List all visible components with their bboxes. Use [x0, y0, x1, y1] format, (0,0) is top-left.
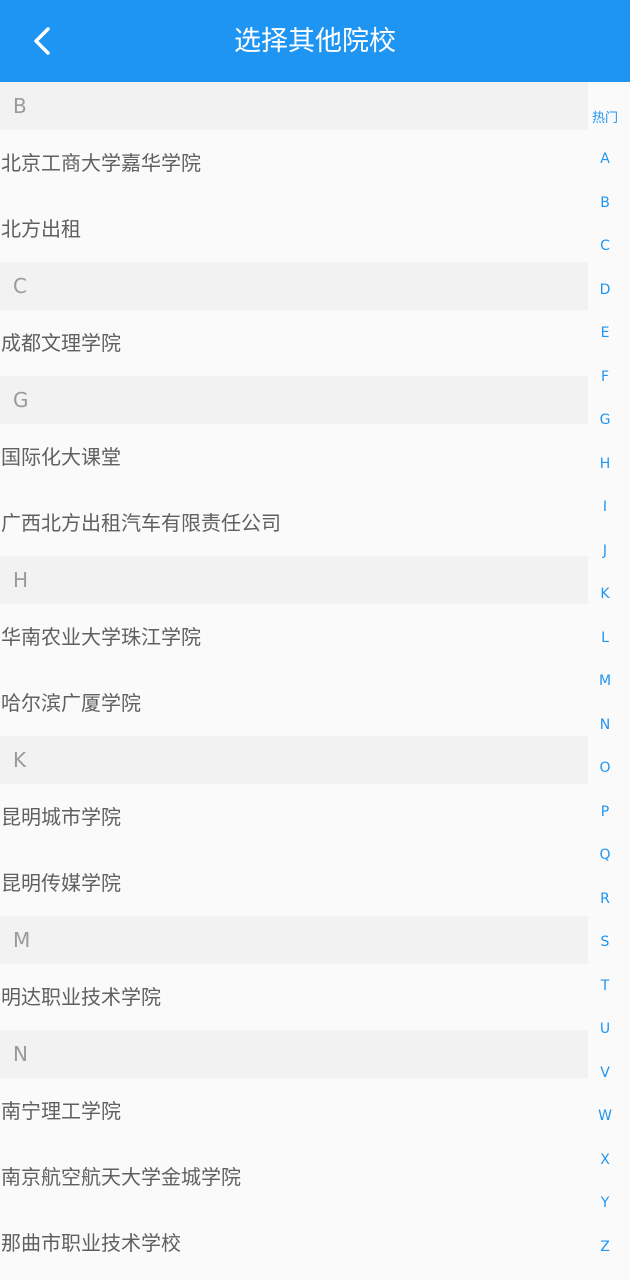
school-list-item[interactable]: 南京航空航天大学金城学院 [0, 1144, 588, 1210]
index-letter-d[interactable]: D [588, 282, 622, 298]
school-list-item[interactable]: 华南农业大学珠江学院 [0, 604, 588, 670]
school-name: 北方出租 [1, 217, 81, 241]
section-header-label: N [13, 1042, 28, 1066]
index-letter-h[interactable]: H [588, 456, 622, 472]
section-header-label: K [13, 748, 27, 772]
school-name: 国际化大课堂 [1, 445, 121, 469]
school-list-item[interactable]: 哈尔滨广厦学院 [0, 670, 588, 736]
school-name: 明达职业技术学院 [1, 985, 161, 1009]
school-name: 昆明城市学院 [1, 805, 121, 829]
index-letter-o[interactable]: O [588, 760, 622, 776]
index-letter-s[interactable]: S [588, 934, 622, 950]
school-name: 南宁理工学院 [1, 1099, 121, 1123]
top-bar: 选择其他院校 [0, 0, 630, 82]
section-header-label: G [13, 388, 29, 412]
section-header-h: H [0, 556, 588, 604]
school-list-item[interactable]: 北京工商大学嘉华学院 [0, 130, 588, 196]
index-hot[interactable]: 热门 [588, 107, 622, 126]
school-list-item[interactable]: 广西北方出租汽车有限责任公司 [0, 490, 588, 556]
index-letter-m[interactable]: M [588, 673, 622, 689]
section-header-label: H [13, 568, 29, 592]
index-letter-a[interactable]: A [588, 151, 622, 167]
section-header-label: C [13, 274, 27, 298]
index-letter-g[interactable]: G [588, 412, 622, 428]
index-letter-u[interactable]: U [588, 1021, 622, 1037]
index-letter-z[interactable]: Z [588, 1239, 622, 1255]
section-header-k: K [0, 736, 588, 784]
index-letter-t[interactable]: T [588, 978, 622, 994]
school-name: 广西北方出租汽车有限责任公司 [1, 511, 281, 535]
school-name: 那曲市职业技术学校 [1, 1231, 181, 1255]
index-letter-x[interactable]: X [588, 1152, 622, 1168]
index-letter-q[interactable]: Q [588, 847, 622, 863]
school-list-item[interactable]: 明达职业技术学院 [0, 964, 588, 1030]
section-header-m: M [0, 916, 588, 964]
school-list-item[interactable]: 昆明城市学院 [0, 784, 588, 850]
school-list-item[interactable]: 国际化大课堂 [0, 424, 588, 490]
index-letter-y[interactable]: Y [588, 1195, 622, 1211]
section-header-c: C [0, 262, 588, 310]
page-title: 选择其他院校 [234, 26, 396, 57]
index-letter-j[interactable]: J [588, 543, 622, 559]
section-header-b: B [0, 82, 588, 130]
index-letter-k[interactable]: K [588, 586, 622, 602]
school-list-item[interactable]: 成都文理学院 [0, 310, 588, 376]
school-list-item[interactable]: 那曲市职业技术学校 [0, 1210, 588, 1276]
section-header-g: G [0, 376, 588, 424]
index-letter-i[interactable]: I [588, 499, 622, 515]
school-name: 南京航空航天大学金城学院 [1, 1165, 241, 1189]
section-header-label: B [13, 94, 27, 118]
index-letter-l[interactable]: L [588, 630, 622, 646]
school-name: 北京工商大学嘉华学院 [1, 151, 201, 175]
school-name: 成都文理学院 [1, 331, 121, 355]
school-name: 昆明传媒学院 [1, 871, 121, 895]
school-name: 华南农业大学珠江学院 [1, 625, 201, 649]
section-header-n: N [0, 1030, 588, 1078]
index-letter-n[interactable]: N [588, 717, 622, 733]
index-letter-c[interactable]: C [588, 238, 622, 254]
index-letter-v[interactable]: V [588, 1065, 622, 1081]
school-list-item[interactable]: 南宁理工学院 [0, 1078, 588, 1144]
index-letter-p[interactable]: P [588, 804, 622, 820]
index-letter-e[interactable]: E [588, 325, 622, 341]
school-list-item[interactable]: 北方出租 [0, 196, 588, 262]
section-header-label: M [13, 928, 31, 952]
index-letter-b[interactable]: B [588, 195, 622, 211]
index-letter-w[interactable]: W [588, 1108, 622, 1124]
school-list-item[interactable]: 昆明传媒学院 [0, 850, 588, 916]
index-letter-r[interactable]: R [588, 891, 622, 907]
school-name: 哈尔滨广厦学院 [1, 691, 141, 715]
alphabet-index-bar[interactable]: 热门 A B C D E F G H I J K L M N O P Q R S T U V W X Y Z [588, 92, 630, 1280]
index-letter-f[interactable]: F [588, 369, 622, 385]
